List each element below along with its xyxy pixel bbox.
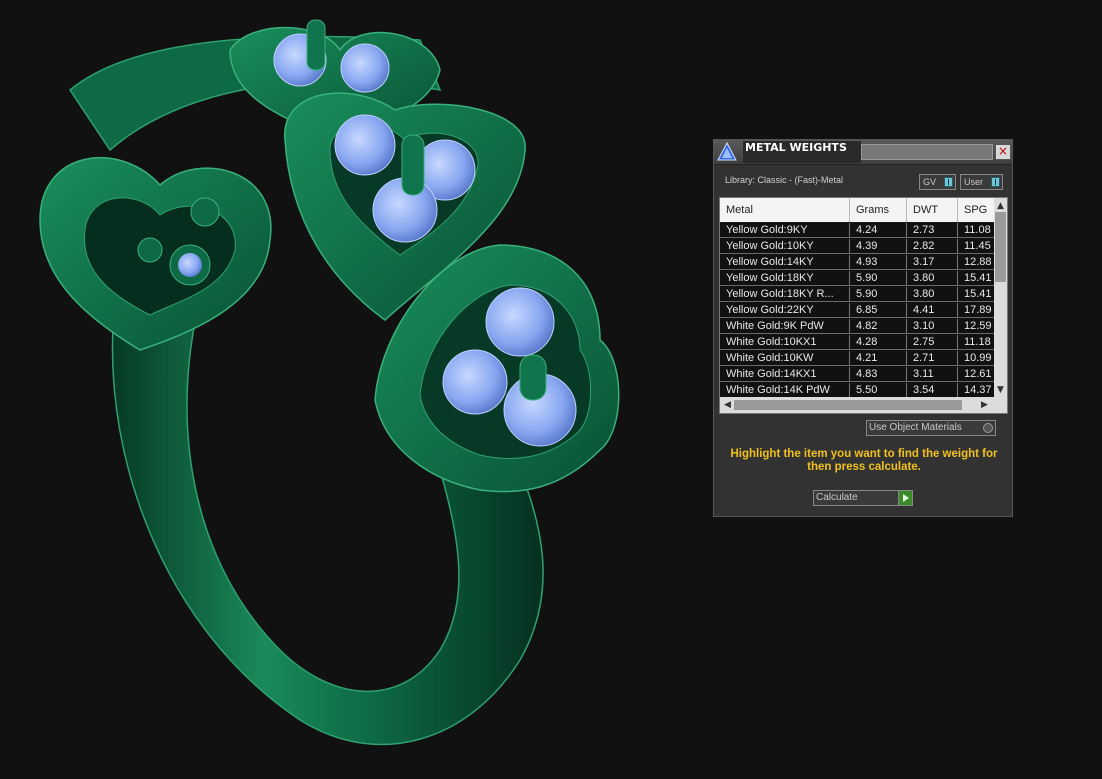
gv-toggle-label: GV — [923, 177, 937, 187]
cell-dwt: 4.41 — [907, 303, 958, 318]
table-row[interactable]: Yellow Gold:14KY 4.93 3.17 12.88 — [720, 255, 994, 271]
table-row[interactable]: White Gold:10KX1 4.28 2.75 11.18 — [720, 335, 994, 351]
cell-spg: 11.45 — [958, 239, 994, 254]
table-row[interactable]: White Gold:10KW 4.21 2.71 10.99 — [720, 351, 994, 367]
cell-metal: White Gold:10KX1 — [720, 335, 850, 350]
cell-spg: 10.99 — [958, 351, 994, 366]
cell-dwt: 3.10 — [907, 319, 958, 334]
table-row[interactable]: Yellow Gold:10KY 4.39 2.82 11.45 — [720, 239, 994, 255]
cell-spg: 15.41 — [958, 271, 994, 286]
cell-spg: 11.08 — [958, 223, 994, 238]
metal-weights-panel: METAL WEIGHTS × Library: Classic - (Fast… — [713, 139, 1013, 517]
scroll-down-icon[interactable]: ▼ — [994, 384, 1007, 396]
cell-metal: White Gold:14K PdW — [720, 383, 850, 398]
use-object-materials-label: Use Object Materials — [869, 422, 962, 433]
cell-grams: 5.50 — [850, 383, 907, 398]
user-toggle[interactable]: User — [960, 174, 1003, 190]
library-label: Library: Classic - (Fast)-Metal — [725, 175, 844, 185]
horizontal-scroll-thumb[interactable] — [734, 400, 962, 410]
column-header-grams[interactable]: Grams — [850, 198, 907, 222]
cell-spg: 17.89 — [958, 303, 994, 318]
use-object-materials-option[interactable]: Use Object Materials — [866, 420, 996, 436]
cell-grams: 6.85 — [850, 303, 907, 318]
horizontal-scrollbar[interactable]: ◀ ▶ — [720, 397, 1007, 413]
cell-grams: 4.82 — [850, 319, 907, 334]
radio-icon — [983, 423, 993, 433]
heart-setting-left — [39, 156, 272, 351]
gv-toggle[interactable]: GV — [919, 174, 956, 190]
app-logo-icon — [717, 142, 737, 161]
panel-title: METAL WEIGHTS — [743, 141, 861, 163]
cell-grams: 4.28 — [850, 335, 907, 350]
scroll-right-icon[interactable]: ▶ — [978, 399, 991, 411]
cell-grams: 5.90 — [850, 271, 907, 286]
cell-grams: 4.21 — [850, 351, 907, 366]
table-row[interactable]: Yellow Gold:9KY 4.24 2.73 11.08 — [720, 223, 994, 239]
column-header-dwt[interactable]: DWT — [907, 198, 958, 222]
cell-metal: White Gold:9K PdW — [720, 319, 850, 334]
table-header: Metal Grams DWT SPG — [720, 198, 994, 222]
cell-dwt: 3.80 — [907, 271, 958, 286]
cell-metal: Yellow Gold:18KY — [720, 271, 850, 286]
cell-spg: 12.59 — [958, 319, 994, 334]
cell-spg: 12.61 — [958, 367, 994, 382]
cell-grams: 4.24 — [850, 223, 907, 238]
cell-dwt: 2.75 — [907, 335, 958, 350]
cell-spg: 12.88 — [958, 255, 994, 270]
scroll-up-icon[interactable]: ▲ — [994, 200, 1007, 212]
cell-grams: 4.93 — [850, 255, 907, 270]
cell-metal: Yellow Gold:9KY — [720, 223, 850, 238]
table-row[interactable]: White Gold:14KX1 4.83 3.11 12.61 — [720, 367, 994, 383]
cell-metal: White Gold:10KW — [720, 351, 850, 366]
table-row[interactable]: White Gold:9K PdW 4.82 3.10 12.59 — [720, 319, 994, 335]
cell-grams: 4.39 — [850, 239, 907, 254]
instruction-text: Highlight the item you want to find the … — [730, 448, 998, 473]
scroll-left-icon[interactable]: ◀ — [721, 399, 734, 411]
cell-dwt: 3.17 — [907, 255, 958, 270]
cell-dwt: 2.71 — [907, 351, 958, 366]
title-bar-fill — [861, 144, 993, 160]
cell-grams: 5.90 — [850, 287, 907, 302]
vertical-scrollbar[interactable]: ▲ ▼ — [994, 198, 1007, 397]
cell-dwt: 3.11 — [907, 367, 958, 382]
calculate-label: Calculate — [816, 492, 858, 503]
vertical-scroll-thumb[interactable] — [995, 212, 1006, 282]
user-toggle-knob-icon — [991, 177, 1000, 187]
close-button[interactable]: × — [995, 144, 1011, 160]
cell-dwt: 3.54 — [907, 383, 958, 398]
cell-dwt: 2.82 — [907, 239, 958, 254]
gv-toggle-knob-icon — [944, 177, 953, 187]
cell-metal: Yellow Gold:10KY — [720, 239, 850, 254]
metal-weights-table[interactable]: Metal Grams DWT SPG Yellow Gold:9KY 4.24 2… — [719, 197, 1008, 414]
user-toggle-label: User — [964, 177, 984, 187]
cell-metal: Yellow Gold:14KY — [720, 255, 850, 270]
table-row[interactable]: Yellow Gold:18KY R... 5.90 3.80 15.41 — [720, 287, 994, 303]
column-header-metal[interactable]: Metal — [720, 198, 850, 222]
table-row[interactable]: Yellow Gold:18KY 5.90 3.80 15.41 — [720, 271, 994, 287]
cell-spg: 14.37 — [958, 383, 994, 398]
cell-spg: 15.41 — [958, 287, 994, 302]
column-header-spg[interactable]: SPG — [958, 198, 994, 222]
cell-dwt: 3.80 — [907, 287, 958, 302]
cell-metal: Yellow Gold:18KY R... — [720, 287, 850, 302]
cell-metal: Yellow Gold:22KY — [720, 303, 850, 318]
table-row[interactable]: Yellow Gold:22KY 6.85 4.41 17.89 — [720, 303, 994, 319]
cell-grams: 4.83 — [850, 367, 907, 382]
calculate-button[interactable]: Calculate — [813, 490, 913, 506]
panel-titlebar[interactable]: METAL WEIGHTS × — [714, 140, 1012, 165]
cell-dwt: 2.73 — [907, 223, 958, 238]
cell-spg: 11.18 — [958, 335, 994, 350]
cell-metal: White Gold:14KX1 — [720, 367, 850, 382]
play-icon — [898, 491, 912, 505]
